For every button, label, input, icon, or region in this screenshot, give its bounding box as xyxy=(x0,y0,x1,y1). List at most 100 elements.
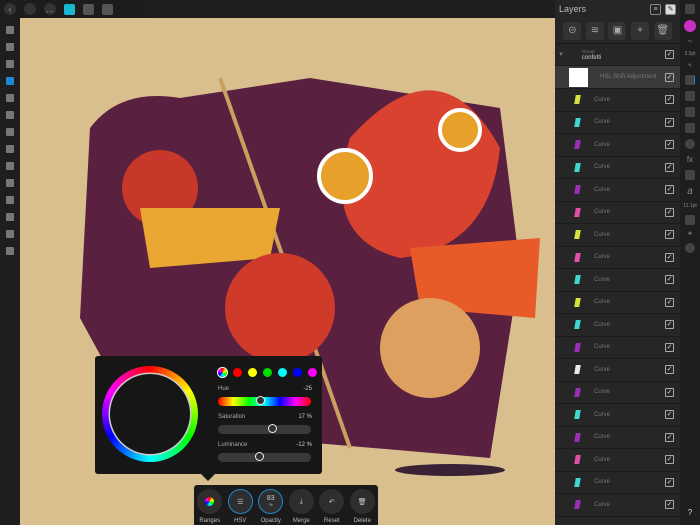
mask-icon[interactable]: ▣ xyxy=(608,21,627,40)
delete-button[interactable]: 🗑 Delete xyxy=(349,489,376,525)
text-icon[interactable] xyxy=(6,230,14,238)
history-icon[interactable] xyxy=(685,243,695,253)
fill-icon[interactable] xyxy=(6,145,14,153)
visibility-checkbox[interactable]: ✓ xyxy=(665,230,674,240)
pin-icon[interactable]: ✎ xyxy=(665,3,676,15)
visibility-checkbox[interactable]: ✓ xyxy=(665,185,674,195)
merge-button[interactable]: ⤓ Merge xyxy=(288,489,315,525)
visibility-checkbox[interactable]: ✓ xyxy=(665,95,674,105)
visibility-checkbox[interactable]: ✓ xyxy=(665,50,674,59)
pencil-tool-icon[interactable] xyxy=(6,111,14,119)
chevron-down-icon[interactable]: ▼ xyxy=(558,52,564,58)
layer-curve[interactable]: Curve ✓ xyxy=(555,314,680,337)
color-swatch[interactable] xyxy=(278,368,287,377)
opacity-button[interactable]: 83% Opacity xyxy=(258,489,284,525)
visibility-checkbox[interactable]: ✓ xyxy=(665,72,674,82)
layer-stack-icon[interactable]: ≋ xyxy=(585,21,604,40)
slider-knob[interactable] xyxy=(267,424,277,433)
layer-group[interactable]: ▼ Group confetti ✓ xyxy=(555,44,680,66)
layer-curve[interactable]: Curve ✓ xyxy=(555,404,680,427)
layer-curve[interactable]: Curve ✓ xyxy=(555,494,680,517)
luminance-slider[interactable] xyxy=(218,452,311,462)
fill-tool-icon[interactable] xyxy=(6,77,14,85)
visibility-checkbox[interactable]: ✓ xyxy=(665,140,674,150)
visibility-checkbox[interactable]: ✓ xyxy=(665,500,674,510)
layer-curve[interactable]: Curve ✓ xyxy=(555,179,680,202)
snapping-icon[interactable]: ✥ xyxy=(688,231,692,237)
color-swatch[interactable] xyxy=(233,368,242,377)
hsv-button[interactable]: ☰ HSV xyxy=(227,489,254,525)
layer-curve[interactable]: Curve ✓ xyxy=(555,472,680,494)
layer-curve[interactable]: Curve ✓ xyxy=(555,449,680,472)
layers-icon[interactable] xyxy=(685,75,695,85)
visibility-checkbox[interactable]: ✓ xyxy=(665,207,674,217)
navigator-icon[interactable] xyxy=(685,4,695,14)
color-swatch[interactable] xyxy=(248,368,257,377)
reset-button[interactable]: ↶ Reset xyxy=(319,489,345,525)
assets-icon[interactable] xyxy=(685,123,695,133)
all-colors-swatch[interactable] xyxy=(218,368,227,377)
layer-options-icon[interactable]: ⊝ xyxy=(563,21,582,40)
visibility-checkbox[interactable]: ✓ xyxy=(665,117,674,127)
place-image-icon[interactable] xyxy=(6,179,14,187)
add-layer-icon[interactable]: + xyxy=(631,21,650,40)
back-icon[interactable]: ‹ xyxy=(4,3,16,15)
visibility-checkbox[interactable]: ✓ xyxy=(665,455,674,465)
delete-layer-icon[interactable]: 🗑 xyxy=(653,21,672,40)
layer-curve[interactable]: Curve ✓ xyxy=(555,224,680,247)
color-swatch[interactable] xyxy=(308,368,317,377)
visibility-checkbox[interactable]: ✓ xyxy=(665,365,674,375)
layer-curve[interactable]: Curve ✓ xyxy=(555,134,680,157)
layer-curve[interactable]: Curve ✓ xyxy=(555,269,680,292)
ranges-button[interactable]: Ranges xyxy=(197,489,223,525)
saturation-slider[interactable] xyxy=(218,424,311,434)
layer-curve[interactable]: Curve ✓ xyxy=(555,112,680,134)
visibility-checkbox[interactable]: ✓ xyxy=(665,477,674,487)
node-tool-icon[interactable] xyxy=(6,43,14,51)
persona-designer-icon[interactable] xyxy=(64,3,75,15)
layer-curve[interactable]: Curve ✓ xyxy=(555,157,680,179)
layer-curve[interactable]: Curve ✓ xyxy=(555,382,680,404)
pen-tool-icon[interactable] xyxy=(6,94,14,102)
document-icon[interactable] xyxy=(24,3,36,15)
visibility-checkbox[interactable]: ✓ xyxy=(665,410,674,420)
visibility-checkbox[interactable]: ✓ xyxy=(665,275,674,285)
color-swatch[interactable] xyxy=(263,368,272,377)
slider-knob[interactable] xyxy=(255,396,265,405)
visibility-checkbox[interactable]: ✓ xyxy=(665,342,674,352)
persona-pixel-icon[interactable] xyxy=(83,3,94,15)
layer-curve[interactable]: Curve ✓ xyxy=(555,89,680,112)
layer-curve[interactable]: Curve ✓ xyxy=(555,427,680,449)
visibility-checkbox[interactable]: ✓ xyxy=(665,297,674,307)
vector-brush-icon[interactable] xyxy=(6,128,14,136)
stroke-icon[interactable]: 〜 xyxy=(687,38,692,45)
visibility-checkbox[interactable]: ✓ xyxy=(665,320,674,330)
layer-curve[interactable]: Curve ✓ xyxy=(555,337,680,359)
brush-icon[interactable]: ✎ xyxy=(688,63,692,69)
layer-hsl-adjustment[interactable]: HSL Shift Adjustment ✓ xyxy=(555,66,680,89)
text-style-icon[interactable]: a xyxy=(687,186,693,197)
color-wheel[interactable] xyxy=(102,366,198,462)
symbols-icon[interactable] xyxy=(685,170,695,180)
help-button[interactable]: ? xyxy=(688,508,692,517)
transform-icon[interactable] xyxy=(685,91,695,101)
visibility-checkbox[interactable]: ✓ xyxy=(665,252,674,262)
menu-icon[interactable]: ≡ xyxy=(650,3,661,15)
slider-knob[interactable] xyxy=(254,452,264,461)
eyedropper-icon[interactable] xyxy=(6,247,14,255)
layer-curve[interactable]: Curve ✓ xyxy=(555,292,680,314)
visibility-checkbox[interactable]: ✓ xyxy=(665,162,674,172)
layer-curve[interactable]: Curve ✓ xyxy=(555,247,680,269)
hue-slider[interactable] xyxy=(218,396,311,406)
corner-tool-icon[interactable] xyxy=(6,60,14,68)
layer-curve[interactable]: Curve ✓ xyxy=(555,359,680,382)
color-swatch[interactable] xyxy=(293,368,302,377)
layer-curve[interactable]: Curve ✓ xyxy=(555,202,680,224)
fx-icon[interactable]: fx xyxy=(687,155,693,164)
crop-icon[interactable] xyxy=(6,196,14,204)
appearance-icon[interactable] xyxy=(685,139,695,149)
visibility-checkbox[interactable]: ✓ xyxy=(665,432,674,442)
visibility-checkbox[interactable]: ✓ xyxy=(665,387,674,397)
move-tool-icon[interactable] xyxy=(6,26,14,34)
transparency-icon[interactable] xyxy=(6,162,14,170)
